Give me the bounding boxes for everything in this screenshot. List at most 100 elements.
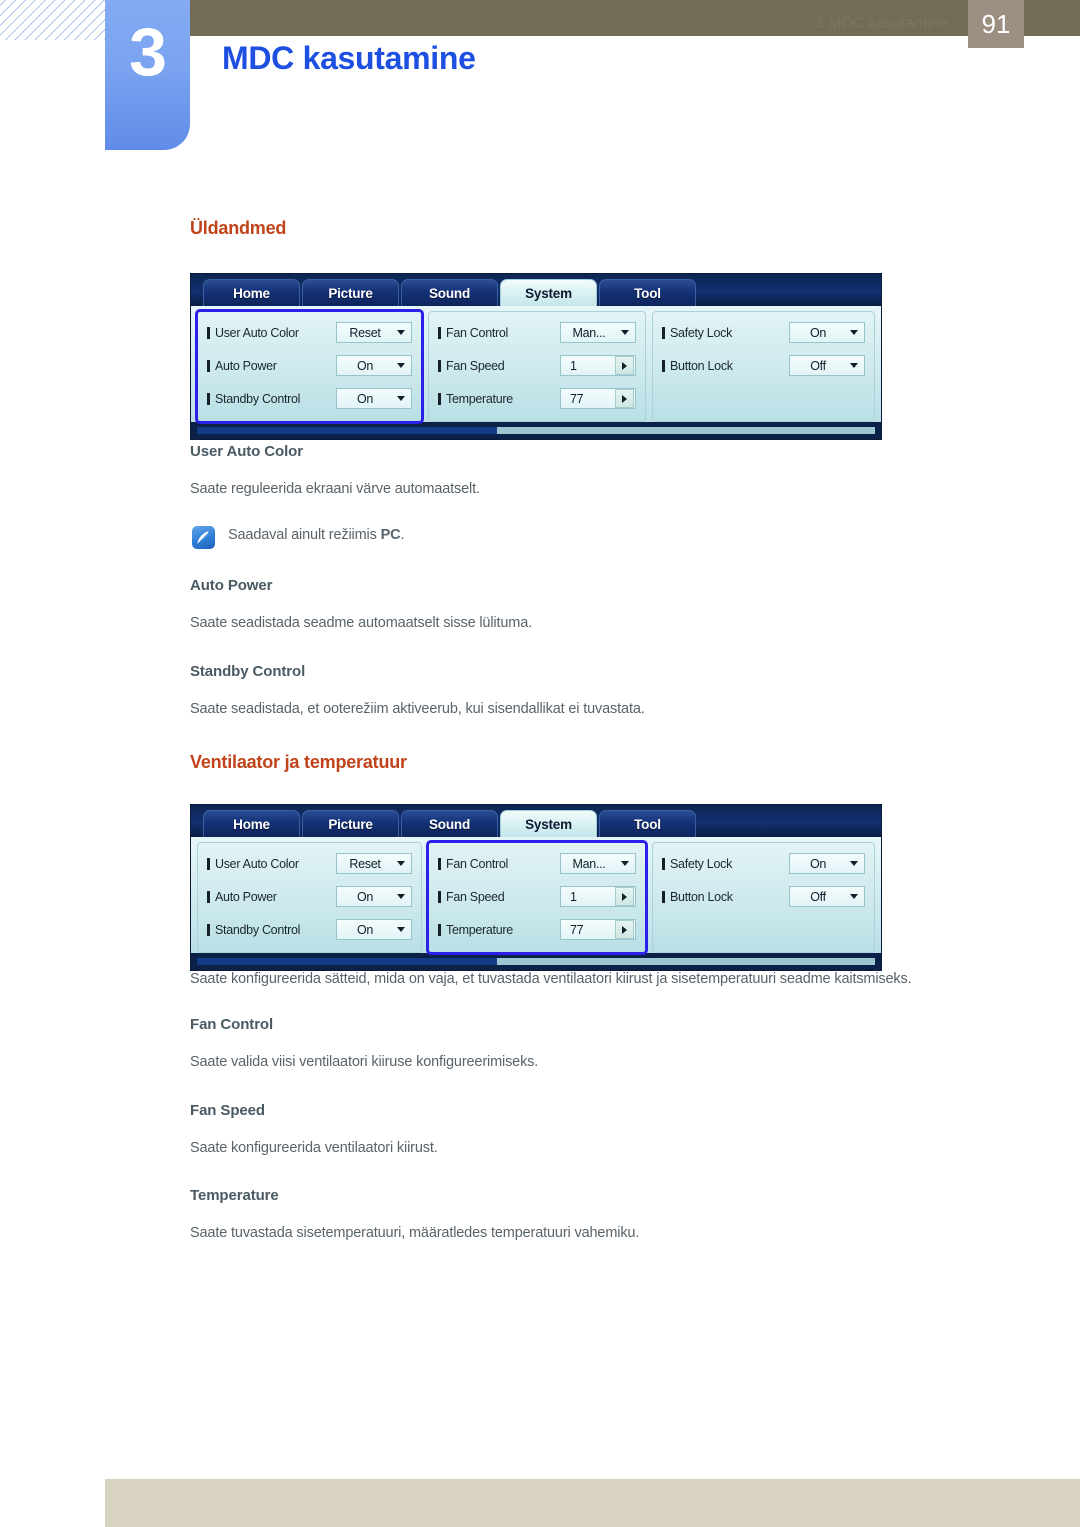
mdc-value-auto-power: On (356, 358, 374, 373)
subsection-text-fan-control: Saate valida viisi ventilaatori kiiruse … (190, 1054, 539, 1071)
mdc-tab-picture[interactable]: Picture (302, 279, 399, 306)
mdc-dropdown-safety-lock[interactable]: On (789, 853, 865, 874)
subsection-title-auto-power: Auto Power (190, 577, 273, 595)
mdc-tab-system[interactable]: System (500, 810, 597, 837)
subsection-title-user-auto-color: User Auto Color (190, 443, 303, 460)
chevron-right-icon[interactable] (615, 920, 634, 939)
mdc-tab-system[interactable]: System (500, 279, 597, 306)
mdc-value-safety-lock: On (809, 325, 827, 340)
subsection-title-fan-control: Fan Control (190, 1016, 274, 1034)
note-pc-mode: Saadaval ainult režiimis PC. (190, 523, 980, 550)
note-text-pc-mode: Saadaval ainult režiimis PC. (228, 523, 404, 547)
mdc-row-safety-lock: Safety Lock On (662, 852, 865, 875)
mdc-column-fan-temperature: Fan Control Man... Fan Speed 1 Temperatu… (428, 311, 646, 422)
mdc-row-fan-control: Fan Control Man... (438, 321, 636, 344)
mdc-dropdown-fan-control[interactable]: Man... (560, 322, 636, 343)
chevron-down-icon (393, 330, 409, 335)
mdc-column-display-settings: User Auto Color Reset Auto Power On Stan… (197, 842, 422, 953)
mdc-column-locks: Safety Lock On Button Lock Off (652, 311, 875, 422)
mdc-row-fan-speed: Fan Speed 1 (438, 885, 636, 908)
subsection-title-temperature: Temperature (190, 1187, 279, 1205)
mdc-label-auto-power: Auto Power (207, 359, 336, 373)
mdc-row-temperature: Temperature 77 (438, 918, 636, 941)
mdc-dropdown-standby-control[interactable]: On (336, 388, 412, 409)
mdc-label-fan-control: Fan Control (438, 857, 560, 871)
mdc-dropdown-standby-control[interactable]: On (336, 919, 412, 940)
mdc-value-fan-speed: 1 (570, 889, 577, 904)
mdc-dropdown-user-auto-color[interactable]: Reset (336, 853, 412, 874)
mdc-row-user-auto-color: User Auto Color Reset (207, 852, 412, 875)
note-text-suffix: . (400, 527, 405, 544)
subsection-text-auto-power: Saate seadistada seadme automaatselt sis… (190, 615, 533, 632)
mdc-dropdown-auto-power[interactable]: On (336, 355, 412, 376)
mdc-tab-sound[interactable]: Sound (401, 279, 498, 306)
mdc-value-user-auto-color: Reset (349, 856, 381, 871)
chevron-down-icon (393, 363, 409, 368)
mdc-spinner-fan-speed[interactable]: 1 (560, 886, 636, 907)
mdc-system-panel-fan: Home Picture Sound System Tool User Auto… (190, 804, 882, 971)
mdc-row-safety-lock: Safety Lock On (662, 321, 865, 344)
mdc-column-locks: Safety Lock On Button Lock Off (652, 842, 875, 953)
mdc-label-temperature: Temperature (438, 923, 560, 937)
chevron-down-icon (846, 363, 862, 368)
mdc-row-button-lock: Button Lock Off (662, 885, 865, 908)
chevron-down-icon (393, 927, 409, 932)
mdc-dropdown-button-lock[interactable]: Off (789, 886, 865, 907)
mdc-status-track (497, 958, 875, 965)
chevron-down-icon (393, 894, 409, 899)
mdc-value-auto-power: On (356, 889, 374, 904)
mdc-row-auto-power: Auto Power On (207, 885, 412, 908)
mdc-tab-picture[interactable]: Picture (302, 810, 399, 837)
chapter-tab: 3 (105, 0, 190, 150)
footer-page-number: 91 (968, 0, 1024, 48)
mdc-spinner-temperature[interactable]: 77 (560, 919, 636, 940)
mdc-row-button-lock: Button Lock Off (662, 354, 865, 377)
mdc-label-temperature: Temperature (438, 392, 560, 406)
subsection-title-fan-speed: Fan Speed (190, 1101, 265, 1119)
mdc-dropdown-fan-control[interactable]: Man... (560, 853, 636, 874)
subsection-text-standby-control: Saate seadistada, et ooterežiim aktiveer… (190, 700, 645, 717)
subsection-text-fan-speed: Saate konfigureerida ventilaatori kiirus… (190, 1139, 438, 1156)
chevron-down-icon (393, 861, 409, 866)
mdc-tab-home[interactable]: Home (203, 810, 300, 837)
mdc-dropdown-button-lock[interactable]: Off (789, 355, 865, 376)
chevron-down-icon (846, 330, 862, 335)
mdc-spinner-temperature[interactable]: 77 (560, 388, 636, 409)
mdc-dropdown-auto-power[interactable]: On (336, 886, 412, 907)
mdc-tab-tool[interactable]: Tool (599, 810, 696, 837)
mdc-status-bar (197, 958, 875, 965)
mdc-row-temperature: Temperature 77 (438, 387, 636, 410)
mdc-row-fan-control: Fan Control Man... (438, 852, 636, 875)
chevron-down-icon (393, 396, 409, 401)
mdc-row-user-auto-color: User Auto Color Reset (207, 321, 412, 344)
mdc-column-fan-temperature: Fan Control Man... Fan Speed 1 Temperatu… (426, 840, 648, 955)
mdc-status-progress (197, 958, 497, 965)
mdc-value-temperature: 77 (570, 922, 584, 937)
mdc-status-bar (197, 427, 875, 434)
mdc-tab-home[interactable]: Home (203, 279, 300, 306)
mdc-value-fan-control: Man... (572, 856, 606, 871)
chevron-down-icon (617, 861, 633, 866)
chevron-right-icon[interactable] (615, 389, 634, 408)
mdc-dropdown-user-auto-color[interactable]: Reset (336, 322, 412, 343)
mdc-value-user-auto-color: Reset (349, 325, 381, 340)
mdc-value-fan-control: Man... (572, 325, 606, 340)
mdc-column-display-settings: User Auto Color Reset Auto Power On Stan… (195, 309, 424, 424)
mdc-dropdown-safety-lock[interactable]: On (789, 322, 865, 343)
chevron-right-icon[interactable] (615, 356, 634, 375)
chevron-down-icon (846, 861, 862, 866)
chevron-right-icon[interactable] (615, 887, 634, 906)
footer-chapter-label: 3 MDC kasutamine (815, 15, 948, 32)
mdc-panel-body: User Auto Color Reset Auto Power On Stan… (191, 837, 881, 955)
mdc-label-user-auto-color: User Auto Color (207, 326, 336, 340)
mdc-spinner-fan-speed[interactable]: 1 (560, 355, 636, 376)
section-heading-fan-temperature: Ventilaator ja temperatuur (190, 752, 407, 772)
decorative-hatch-pattern (0, 0, 105, 40)
mdc-tab-sound[interactable]: Sound (401, 810, 498, 837)
mdc-label-fan-speed: Fan Speed (438, 359, 560, 373)
subsection-text-user-auto-color: Saate reguleerida ekraani värve automaat… (190, 481, 480, 497)
mdc-label-safety-lock: Safety Lock (662, 857, 789, 871)
mdc-value-fan-speed: 1 (570, 358, 577, 373)
mdc-tab-tool[interactable]: Tool (599, 279, 696, 306)
mdc-row-fan-speed: Fan Speed 1 (438, 354, 636, 377)
